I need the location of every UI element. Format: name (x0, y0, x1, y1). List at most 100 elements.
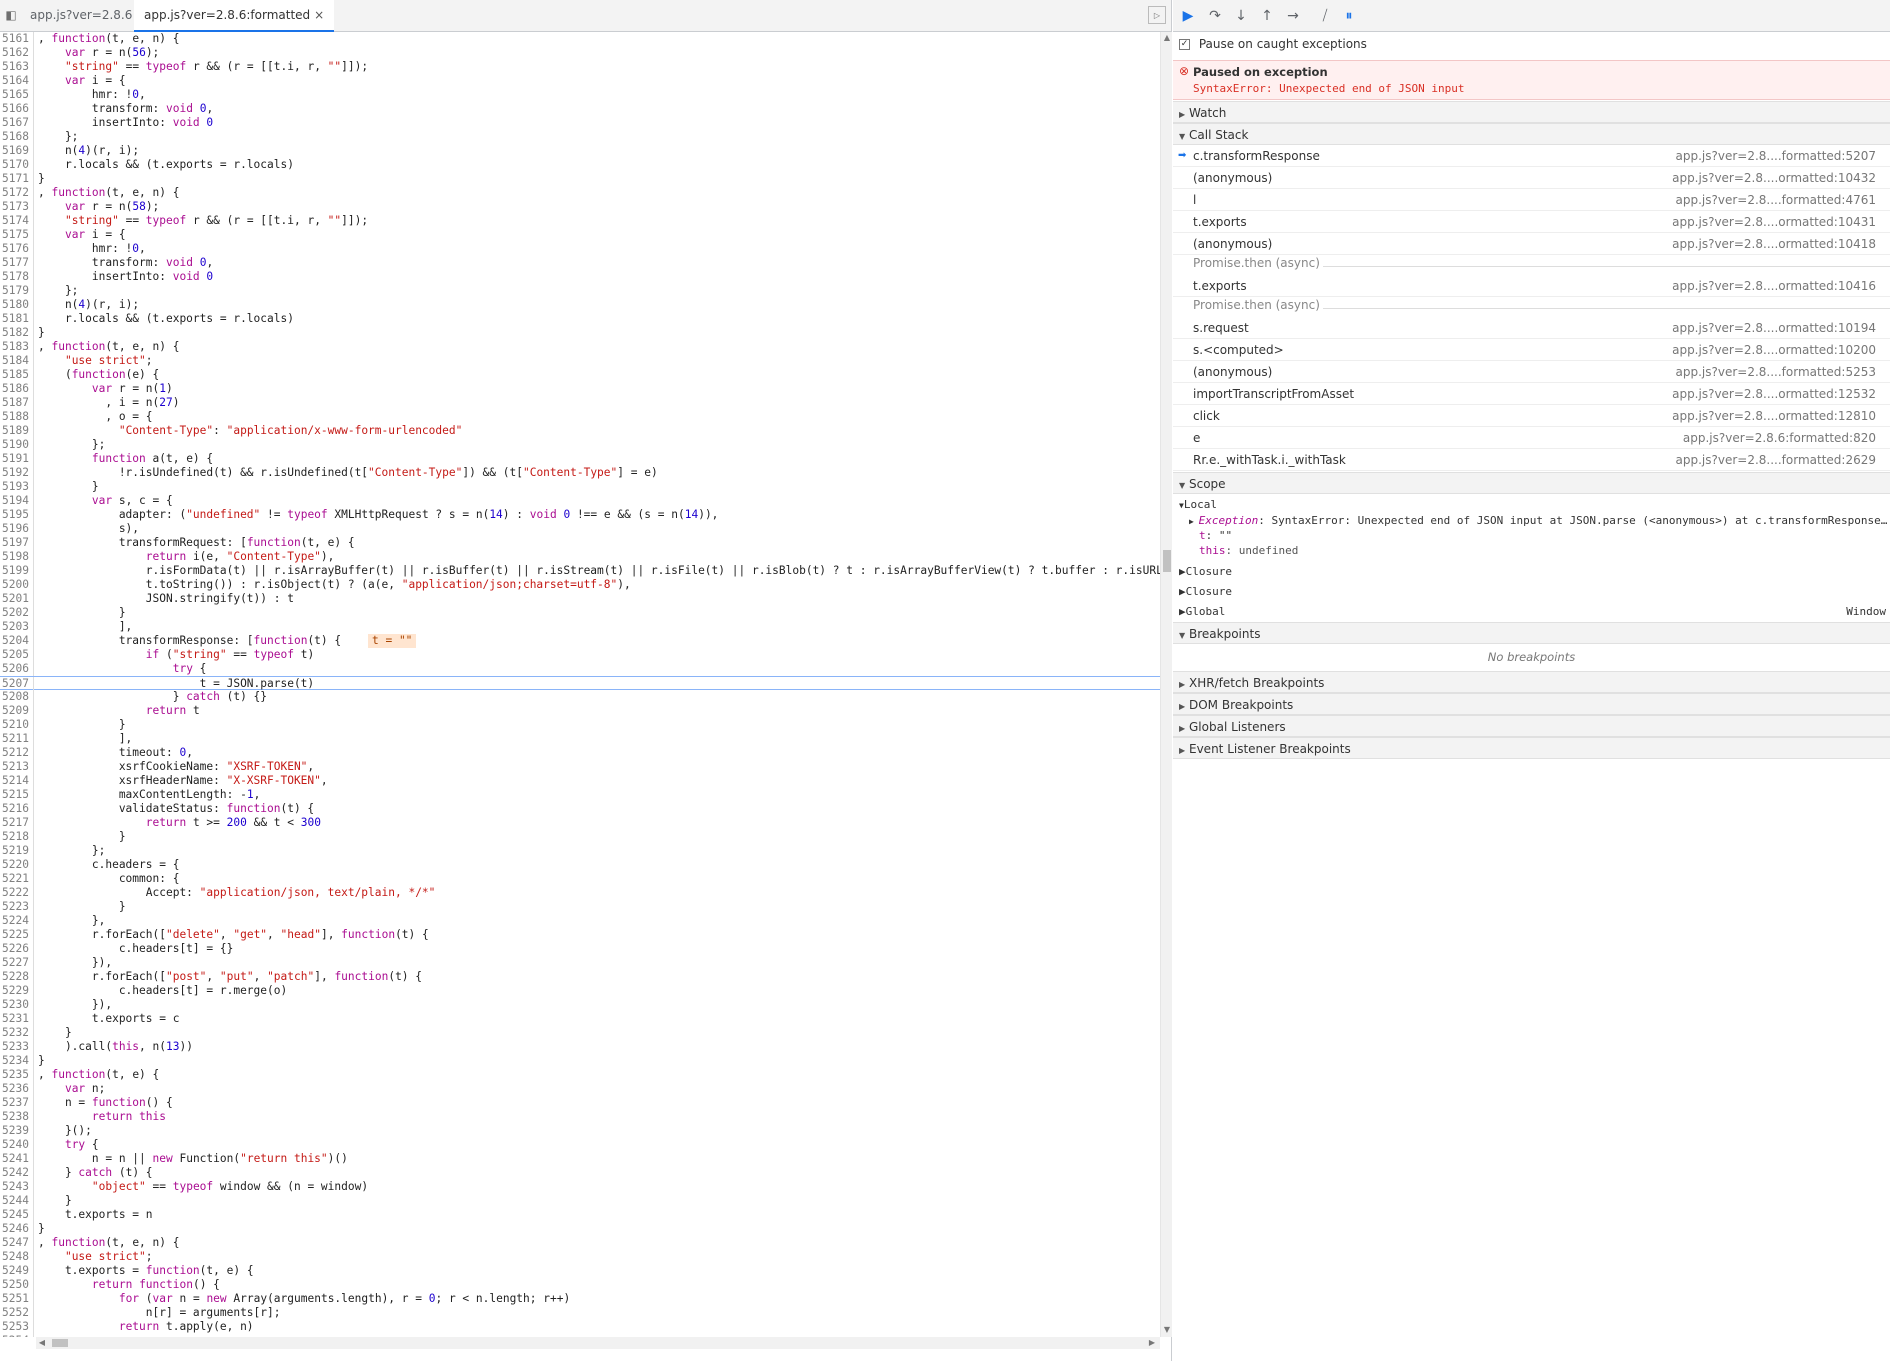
code-line[interactable]: 5175 var i = { (0, 228, 1160, 242)
line-number[interactable]: 5192 (0, 466, 34, 480)
code-line[interactable]: 5177 transform: void 0, (0, 256, 1160, 270)
line-number[interactable]: 5162 (0, 46, 34, 60)
line-number[interactable]: 5224 (0, 914, 34, 928)
line-number[interactable]: 5177 (0, 256, 34, 270)
line-number[interactable]: 5229 (0, 984, 34, 998)
line-number[interactable]: 5231 (0, 1012, 34, 1026)
line-number[interactable]: 5252 (0, 1306, 34, 1320)
code-line[interactable]: 5168 }; (0, 130, 1160, 144)
code-line[interactable]: 5199 r.isFormData(t) || r.isArrayBuffer(… (0, 564, 1160, 578)
scroll-left-icon[interactable]: ◀ (36, 1337, 48, 1349)
scroll-right-icon[interactable]: ▶ (1146, 1337, 1158, 1349)
line-number[interactable]: 5189 (0, 424, 34, 438)
line-number[interactable]: 5220 (0, 858, 34, 872)
line-number[interactable]: 5166 (0, 102, 34, 116)
code-line[interactable]: 5205 if ("string" == typeof t) (0, 648, 1160, 662)
dom-breakpoints-header[interactable]: ▶ DOM Breakpoints (1173, 693, 1890, 715)
line-number[interactable]: 5204 (0, 634, 34, 648)
line-number[interactable]: 5197 (0, 536, 34, 550)
code-line[interactable]: 5251 for (var n = new Array(arguments.le… (0, 1292, 1160, 1306)
code-line[interactable]: 5224 }, (0, 914, 1160, 928)
code-line[interactable]: 5210 } (0, 718, 1160, 732)
code-line[interactable]: 5244 } (0, 1194, 1160, 1208)
frame-location[interactable]: app.js?ver=2.8....ormatted:10416 (1672, 275, 1876, 297)
line-number[interactable]: 5225 (0, 928, 34, 942)
frame-location[interactable]: app.js?ver=2.8....formatted:4761 (1676, 189, 1877, 211)
call-frame[interactable]: t.exports app.js?ver=2.8....ormatted:1043… (1173, 211, 1890, 233)
code-line[interactable]: 5220 c.headers = { (0, 858, 1160, 872)
step-icon[interactable]: → (1283, 6, 1303, 26)
line-number[interactable]: 5221 (0, 872, 34, 886)
code-line[interactable]: 5197 transformRequest: [function(t, e) { (0, 536, 1160, 550)
step-into-icon[interactable]: ↓ (1231, 6, 1251, 26)
line-number[interactable]: 5201 (0, 592, 34, 606)
current-execution-line[interactable]: 5207 t = JSON.parse(t) (0, 676, 1160, 691)
line-number[interactable]: 5179 (0, 284, 34, 298)
code-line[interactable]: 5164 var i = { (0, 74, 1160, 88)
line-number[interactable]: 5222 (0, 886, 34, 900)
tab-app-js-formatted[interactable]: app.js?ver=2.8.6:formatted × (134, 0, 335, 32)
code-line[interactable]: 5173 var r = n(58); (0, 200, 1160, 214)
line-number[interactable]: 5203 (0, 620, 34, 634)
call-frame[interactable]: Rr.e._withTask.i._withTask app.js?ver=2.8… (1173, 449, 1890, 471)
frame-location[interactable]: app.js?ver=2.8....formatted:2629 (1676, 449, 1877, 471)
line-number[interactable]: 5213 (0, 760, 34, 774)
line-number[interactable]: 5207 (0, 677, 34, 691)
horizontal-scrollbar[interactable]: ◀ ▶ (36, 1337, 1160, 1349)
global-listeners-header[interactable]: ▶ Global Listeners (1173, 715, 1890, 737)
code-line[interactable]: 5218 } (0, 830, 1160, 844)
code-editor[interactable]: 5161, function(t, e, n) {5162 var r = n(… (0, 32, 1160, 1337)
line-number[interactable]: 5245 (0, 1208, 34, 1222)
frame-location[interactable]: app.js?ver=2.8....ormatted:10432 (1672, 167, 1876, 189)
code-line[interactable]: 5247 , function(t, e, n) { (0, 1236, 1160, 1250)
code-line[interactable]: 5221 common: { (0, 872, 1160, 886)
code-line[interactable]: 5228 r.forEach(["post", "put", "patch"],… (0, 970, 1160, 984)
scope-global[interactable]: ▶Global Window (1173, 602, 1890, 622)
call-frame[interactable]: click app.js?ver=2.8....ormatted:12810 (1173, 405, 1890, 427)
line-number[interactable]: 5251 (0, 1292, 34, 1306)
line-number[interactable]: 5168 (0, 130, 34, 144)
line-number[interactable]: 5214 (0, 774, 34, 788)
navigator-toggle-icon[interactable]: ◧ (2, 6, 20, 24)
code-line[interactable]: 5194 var s, c = { (0, 494, 1160, 508)
code-line[interactable]: 5189 "Content-Type": "application/x-www-… (0, 424, 1160, 438)
line-number[interactable]: 5238 (0, 1110, 34, 1124)
code-line[interactable]: 5241 n = n || new Function("return this"… (0, 1152, 1160, 1166)
line-number[interactable]: 5175 (0, 228, 34, 242)
call-frame[interactable]: s.request app.js?ver=2.8....ormatted:1019… (1173, 317, 1890, 339)
frame-location[interactable]: app.js?ver=2.8....ormatted:10418 (1672, 233, 1876, 255)
code-line[interactable]: 5211 ], (0, 732, 1160, 746)
code-line[interactable]: 5198 return i(e, "Content-Type"), (0, 550, 1160, 564)
line-number[interactable]: 5185 (0, 368, 34, 382)
code-line[interactable]: 5202 } (0, 606, 1160, 620)
line-number[interactable]: 5188 (0, 410, 34, 424)
call-frame[interactable]: ➡ c.transformResponse app.js?ver=2.8....fo… (1173, 145, 1890, 167)
pause-on-exceptions-icon[interactable]: ⏸ (1339, 6, 1359, 26)
resume-icon[interactable]: ▶ (1178, 6, 1198, 26)
line-number[interactable]: 5164 (0, 74, 34, 88)
line-number[interactable]: 5165 (0, 88, 34, 102)
code-line[interactable]: 5190 }; (0, 438, 1160, 452)
code-line[interactable]: 5234} (0, 1054, 1160, 1068)
line-number[interactable]: 5248 (0, 1250, 34, 1264)
line-number[interactable]: 5198 (0, 550, 34, 564)
code-line[interactable]: 5231 t.exports = c (0, 1012, 1160, 1026)
code-line[interactable]: 5185 (function(e) { (0, 368, 1160, 382)
code-line[interactable]: 5249 t.exports = function(t, e) { (0, 1264, 1160, 1278)
code-line[interactable]: 5186 var r = n(1) (0, 382, 1160, 396)
scope-section-header[interactable]: ▼ Scope (1173, 472, 1890, 494)
line-number[interactable]: 5195 (0, 508, 34, 522)
code-line[interactable]: 5169 n(4)(r, i); (0, 144, 1160, 158)
tab-app-js[interactable]: app.js?ver=2.8.6 (20, 0, 142, 31)
scroll-thumb[interactable] (1163, 550, 1171, 572)
code-line[interactable]: 5250 return function() { (0, 1278, 1160, 1292)
line-number[interactable]: 5184 (0, 354, 34, 368)
line-number[interactable]: 5191 (0, 452, 34, 466)
line-number[interactable]: 5186 (0, 382, 34, 396)
line-number[interactable]: 5194 (0, 494, 34, 508)
code-line[interactable]: 5196 s), (0, 522, 1160, 536)
line-number[interactable]: 5234 (0, 1054, 34, 1068)
line-number[interactable]: 5190 (0, 438, 34, 452)
close-icon[interactable]: × (314, 8, 324, 22)
line-number[interactable]: 5210 (0, 718, 34, 732)
